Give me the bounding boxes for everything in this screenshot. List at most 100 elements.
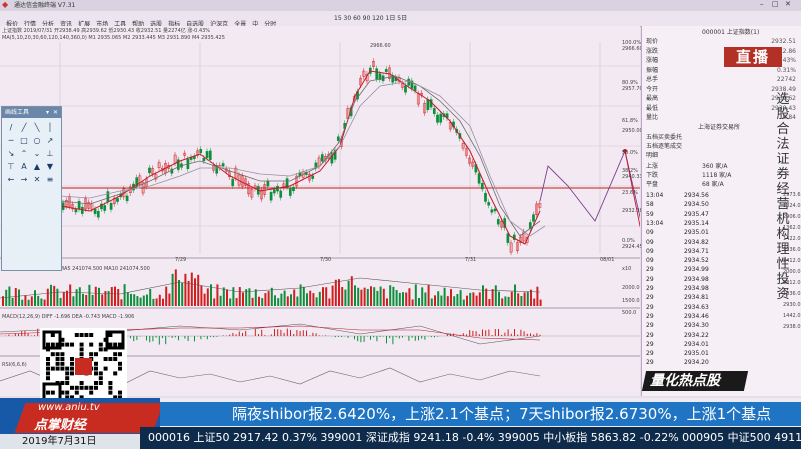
drawing-tool-icon[interactable]: ↘ (6, 149, 16, 159)
volume-bar (27, 299, 30, 306)
volume-bar (411, 299, 414, 306)
minimize-icon[interactable]: – (760, 1, 764, 8)
tick-time: 29 (646, 312, 654, 320)
candle-body (432, 108, 436, 114)
tick-price: 2935.01 (684, 350, 709, 358)
macd-bar (456, 335, 458, 336)
volume-bar (94, 286, 97, 306)
drawing-tool-icon[interactable]: ─ (6, 136, 16, 146)
candle-body (490, 209, 494, 213)
drawing-tool-icon[interactable]: ⊥ (45, 149, 55, 159)
macd-bar (523, 331, 525, 336)
tick-row: 09 2935.01 (646, 229, 746, 237)
drawing-tool-icon[interactable]: A (19, 162, 29, 172)
window-title: 通达信金融终端 V7.31 (14, 2, 76, 9)
drawing-tool-icon[interactable]: → (19, 175, 29, 185)
price-label: 2950.00 (622, 128, 643, 134)
candle-body (279, 190, 283, 198)
qr-cell (113, 371, 118, 376)
volume-bar (434, 295, 436, 306)
tick-row: 09 2934.52 (646, 257, 746, 265)
macd-bar (216, 336, 218, 337)
quote-field-value: 2932.51 (771, 38, 796, 45)
volume-bar (421, 287, 424, 306)
macd-bar (232, 332, 234, 336)
quote-field-label: 现价 (646, 38, 659, 45)
drawing-tool-icon[interactable]: ○ (32, 136, 42, 146)
drawing-tool-icon[interactable]: ⌄ (32, 149, 42, 159)
volume-bar (187, 280, 190, 306)
candle-body (506, 233, 510, 243)
candle-body (484, 192, 487, 202)
volume-bar (184, 273, 187, 306)
close-tools-icon[interactable]: ✕ (53, 107, 58, 118)
dropdown-icon[interactable]: ▾ (46, 107, 49, 118)
app-icon: ◆ (2, 0, 9, 9)
macd-bar (402, 336, 403, 338)
macd-bar (139, 336, 141, 337)
pct-label: 50.0% (622, 150, 638, 156)
candle-body (74, 209, 78, 213)
volume-bar (254, 289, 257, 306)
date-label-4: 08/01 (600, 257, 615, 263)
drawing-tool-icon[interactable]: ╲ (32, 123, 42, 133)
drawing-tool-icon[interactable]: / (6, 123, 16, 133)
volume-value: 2930.0 (783, 302, 801, 308)
drawing-tool-icon[interactable]: □ (19, 136, 29, 146)
qr-cell (79, 385, 84, 390)
qr-cell (79, 342, 84, 347)
tick-time: 29 (646, 350, 654, 358)
tick-time: 58 (646, 201, 654, 209)
qr-cell (50, 366, 55, 371)
maximize-icon[interactable]: □ (772, 1, 779, 8)
drawing-tools-panel[interactable]: 画线工具 ▾ ✕ / ╱ ╲ │ ─ □ ○ ↗ ↘ ⌃ ⌄ ⊥ ⊤ A ▲ ▼ ← → ✕ ≡ (1, 106, 62, 271)
macd-bar (334, 336, 336, 338)
macd-bar (136, 336, 138, 341)
volume-value: 2938.0 (783, 324, 801, 330)
drawing-tools-title[interactable]: 画线工具 ▾ ✕ (2, 107, 61, 118)
qr-cell (79, 381, 84, 385)
qr-cell (98, 347, 103, 352)
drawing-tool-icon[interactable]: ▼ (45, 162, 55, 172)
qr-cell (70, 361, 74, 366)
tick-row: 29 2934.22 (646, 332, 746, 340)
macd-bar (168, 336, 170, 337)
volume-bar (354, 285, 356, 306)
qr-cell (94, 381, 98, 385)
volume-bar (229, 298, 232, 306)
drawing-tool-icon[interactable]: ≡ (45, 175, 55, 185)
volume-bar (235, 298, 238, 306)
quote-field-value: 22742 (776, 76, 796, 83)
drawing-tool-icon[interactable]: ↗ (45, 136, 55, 146)
code-title: 000001 上证指数(1) (702, 29, 760, 36)
tick-time: 29 (646, 275, 654, 283)
drawing-tool-icon[interactable]: ← (6, 175, 16, 185)
volume-bar (379, 286, 382, 306)
drawing-tool-icon[interactable]: ▲ (32, 162, 42, 172)
index-ticker: 000016 上证50 2917.42 0.37% 399001 深证成指 92… (140, 427, 801, 449)
volume-bar (402, 292, 404, 306)
drawing-tool-icon[interactable]: ╱ (19, 123, 29, 133)
period-buttons[interactable]: 15 30 60 90 120 1日 5日 (334, 15, 407, 22)
drawing-tool-icon[interactable]: ✕ (32, 175, 42, 185)
macd-bar (475, 331, 477, 336)
volume-bar (171, 273, 174, 306)
price-label: 2940.33 (622, 174, 643, 180)
macd-bar (222, 335, 224, 336)
volume-bar (178, 280, 180, 306)
qr-cell (55, 361, 60, 366)
drawing-tool-icon[interactable]: │ (45, 123, 55, 133)
drawing-tool-icon[interactable]: ⊤ (6, 162, 16, 172)
close-window-icon[interactable]: ✕ (785, 1, 791, 8)
volume-bar (136, 296, 139, 306)
candle-body (103, 205, 107, 211)
volume-bar (46, 288, 49, 306)
candle-body (109, 203, 113, 210)
volume-bar (296, 296, 299, 306)
candle-body (148, 167, 151, 174)
macd-bar (280, 329, 282, 336)
tick-price: 2934.99 (684, 266, 709, 274)
qr-cell (60, 357, 65, 361)
drawing-tool-icon[interactable]: ⌃ (19, 149, 29, 159)
macd-bar (34, 335, 35, 336)
